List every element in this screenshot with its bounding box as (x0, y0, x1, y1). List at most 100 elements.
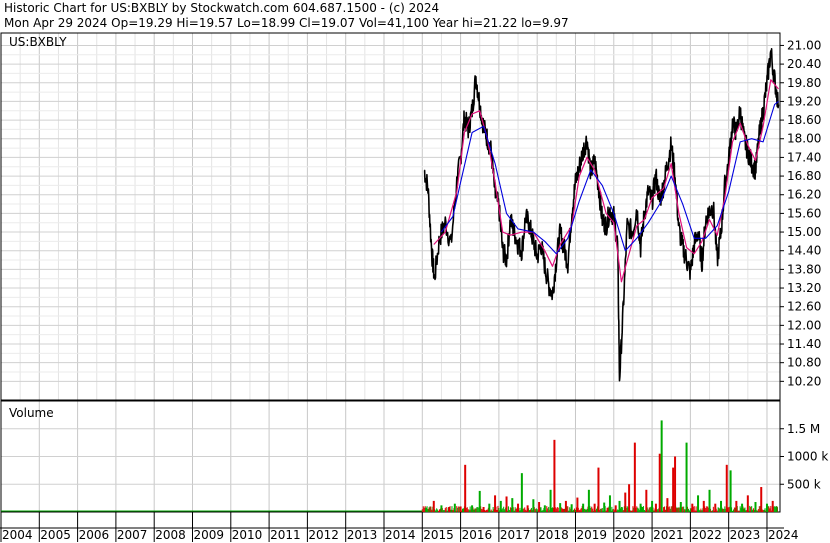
price-tick-label: 21.00 (787, 38, 821, 52)
year-label: 2016 (462, 528, 493, 542)
volume-bar (651, 500, 654, 512)
price-tick-label: 13.80 (787, 262, 821, 276)
volume-bar (464, 464, 467, 512)
volume-bar (633, 442, 636, 512)
volume-bar (608, 495, 611, 512)
volume-bar (543, 505, 546, 512)
price-tick-label: 18.60 (787, 113, 821, 127)
year-label: 2006 (79, 528, 110, 542)
price-series (423, 48, 780, 382)
price-line (423, 48, 780, 382)
price-tick-label: 17.40 (787, 150, 821, 164)
volume-bar (488, 503, 491, 512)
volume-bar (559, 503, 562, 512)
volume-bar (532, 499, 535, 512)
volume-bar (746, 495, 749, 512)
year-label: 2017 (500, 528, 531, 542)
volume-bar (517, 503, 520, 512)
volume-tick-label: 500 k (787, 477, 821, 491)
year-label: 2008 (155, 528, 186, 542)
volume-bar (765, 503, 768, 512)
price-tick-label: 15.00 (787, 225, 821, 239)
price-tick-label: 16.80 (787, 169, 821, 183)
volume-bar (511, 498, 514, 512)
volume-bar (425, 507, 428, 512)
year-label: 2014 (385, 528, 416, 542)
volume-tick-label: 1000 k (787, 450, 828, 464)
volume-bar (720, 500, 723, 512)
price-tick-label: 14.40 (787, 244, 821, 258)
volume-bar (553, 439, 556, 512)
volume-bar (549, 489, 552, 512)
volume-bar (564, 500, 567, 512)
volume-bars (1, 420, 779, 512)
volume-bar (471, 505, 474, 512)
volume-bar (482, 507, 485, 512)
price-tick-label: 13.20 (787, 281, 821, 295)
year-label: 2020 (615, 528, 646, 542)
year-label: 2009 (193, 528, 224, 542)
volume-bar (499, 500, 502, 512)
year-label: 2004 (2, 528, 33, 542)
price-tick-label: 12.60 (787, 300, 821, 314)
volume-bar (714, 503, 717, 512)
volume-bar (520, 473, 523, 512)
volume-bar (453, 503, 456, 512)
volume-bar (593, 503, 596, 512)
volume-bar (754, 502, 757, 512)
volume-bar (624, 492, 627, 512)
year-label: 2011 (270, 528, 301, 542)
price-tick-label: 10.80 (787, 356, 821, 370)
volume-bar (618, 500, 621, 512)
volume-bar (505, 496, 508, 512)
chart-window: Historic Chart for US:BXBLY by Stockwatc… (0, 0, 830, 543)
year-label: 2023 (730, 528, 761, 542)
volume-bar (702, 500, 705, 512)
year-label: 2012 (308, 528, 339, 542)
volume-bar (741, 503, 744, 512)
price-tick-label: 19.80 (787, 76, 821, 90)
stock-chart: 21.00 20.40 19.80 19.20 18.60 18.00 17.40 16.80… (0, 32, 828, 542)
volume-bar (771, 500, 774, 512)
volume-bar (494, 495, 497, 512)
volume-bar (526, 505, 529, 512)
year-label: 2024 (768, 528, 799, 542)
volume-bar (672, 467, 675, 512)
volume-bar (614, 505, 617, 512)
price-panel-frame (0, 32, 781, 401)
volume-bar (697, 495, 700, 512)
volume-bar (459, 506, 462, 512)
year-label: 2021 (653, 528, 684, 542)
volume-bar (658, 453, 661, 512)
volume-bar (440, 505, 443, 512)
volume-axis: 1.5 M 1000 k 500 k (780, 422, 828, 491)
price-tick-label: 11.40 (787, 337, 821, 351)
year-label: 2022 (691, 528, 722, 542)
year-label: 2010 (232, 528, 263, 542)
volume-bar (538, 502, 541, 512)
volume-label: Volume (9, 406, 54, 420)
price-tick-label: 16.20 (787, 188, 821, 202)
volume-bar (708, 489, 711, 512)
volume-bar (570, 504, 573, 512)
time-axis: 2004 2005 2006 2007 2008 2009 2010 2011 2012 2013… (0, 512, 799, 542)
volume-bar (725, 464, 728, 512)
volume-bar (679, 502, 682, 512)
symbol-label: US:BXBLY (9, 35, 67, 49)
year-label: 2015 (423, 528, 454, 542)
volume-bar (639, 503, 642, 512)
volume-bar (760, 487, 763, 512)
volume-bar (432, 500, 435, 512)
year-label: 2013 (347, 528, 378, 542)
price-grid (0, 33, 780, 400)
volume-bar (628, 484, 631, 512)
volume-bar (576, 497, 579, 512)
year-label: 2019 (576, 528, 607, 542)
volume-grid (0, 401, 780, 512)
price-tick-label: 18.00 (787, 132, 821, 146)
volume-bar (660, 420, 663, 512)
price-axis: 21.00 20.40 19.80 19.20 18.60 18.00 17.40 16.80… (780, 38, 821, 388)
price-tick-label: 15.60 (787, 206, 821, 220)
volume-bar (448, 507, 451, 512)
year-label: 2018 (538, 528, 569, 542)
